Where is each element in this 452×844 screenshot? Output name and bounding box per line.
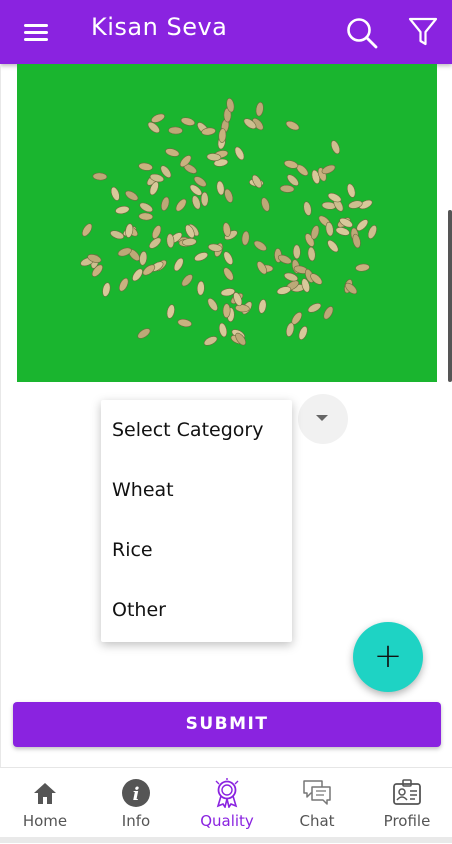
app-bar: Kisan Seva <box>0 0 452 64</box>
category-dropdown-toggle[interactable] <box>298 394 348 444</box>
app-title: Kisan Seva <box>91 13 228 41</box>
bottom-navigation: Home i Info Quality Chat Profile <box>0 767 452 844</box>
info-icon: i <box>122 779 150 807</box>
nav-chat[interactable]: Chat <box>272 768 362 838</box>
option-rice[interactable]: Rice <box>101 520 292 580</box>
chevron-down-icon <box>316 415 328 421</box>
nav-home[interactable]: Home <box>0 768 90 838</box>
option-wheat[interactable]: Wheat <box>101 460 292 520</box>
nav-home-label: Home <box>22 812 68 830</box>
hamburger-menu-icon[interactable] <box>24 22 48 42</box>
left-border <box>0 64 1 844</box>
nav-info[interactable]: i Info <box>91 768 181 838</box>
system-bottom-bar <box>0 837 452 843</box>
quality-badge-icon <box>215 778 239 808</box>
category-dropdown-menu: Select Category Wheat Rice Other <box>101 400 292 642</box>
profile-card-icon <box>393 779 421 805</box>
option-select-category[interactable]: Select Category <box>101 400 292 460</box>
nav-quality-label: Quality <box>200 812 254 830</box>
nav-profile-label: Profile <box>383 812 431 830</box>
filter-icon[interactable] <box>407 16 439 48</box>
nav-info-label: Info <box>121 812 151 830</box>
home-icon <box>34 783 56 804</box>
nav-chat-label: Chat <box>299 812 335 830</box>
add-button[interactable]: + <box>353 622 423 692</box>
option-other[interactable]: Other <box>101 580 292 640</box>
nav-profile[interactable]: Profile <box>362 768 452 838</box>
submit-button[interactable]: SUBMIT <box>13 702 441 747</box>
scrollbar[interactable] <box>448 210 452 382</box>
grain-sample-photo <box>17 64 437 382</box>
search-icon[interactable] <box>345 16 379 50</box>
nav-quality[interactable]: Quality <box>182 768 272 838</box>
svg-text:i: i <box>133 784 140 805</box>
chat-icon <box>303 780 331 805</box>
